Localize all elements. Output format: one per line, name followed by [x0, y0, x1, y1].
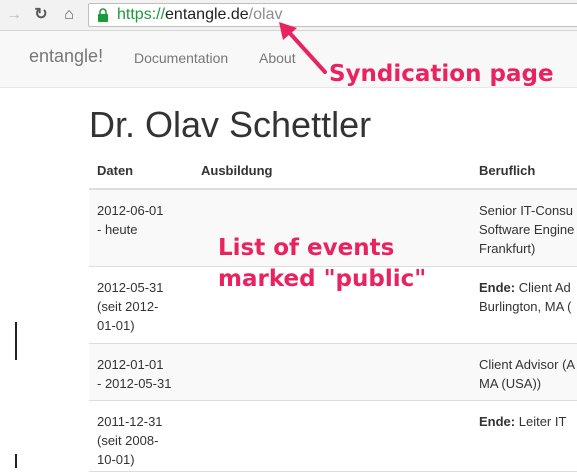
job-line: Client Advisor (A: [479, 357, 576, 372]
column-header-ausbildung: Ausbildung: [201, 163, 273, 178]
job-cell: Ende: Client Ad Burlington, MA (: [479, 278, 577, 316]
events-table: Daten Ausbildung Beruflich 2012-06-01 - …: [89, 154, 577, 472]
date-line: (seit 2012-: [97, 299, 159, 314]
job-text: Leiter IT: [515, 414, 567, 429]
date-line: 2012-01-01: [97, 357, 164, 372]
job-line: MA (USA)): [479, 376, 542, 391]
date-line: - 2012-05-31: [97, 376, 172, 391]
back-arrow-icon[interactable]: →: [4, 5, 24, 25]
date-cell: 2012-06-01 - heute: [97, 201, 179, 239]
table-header: Daten Ausbildung Beruflich: [89, 154, 577, 190]
job-line: Burlington, MA (: [479, 299, 572, 314]
url-host: entangle.de: [165, 6, 249, 23]
date-line: 2012-05-31: [97, 280, 164, 295]
job-cell: Ende: Leiter IT: [479, 412, 577, 431]
column-header-daten: Daten: [97, 163, 134, 178]
reload-icon[interactable]: ↻: [31, 5, 51, 25]
job-line: Software Engine: [479, 222, 575, 237]
url-path: /olav: [248, 6, 283, 23]
job-line: Senior IT-Consu: [479, 203, 573, 218]
table-row: 2011-12-31 (seit 2008- 10-01) Ende: Leit…: [89, 401, 577, 472]
date-line: 10-01): [97, 452, 135, 467]
end-label: Ende:: [479, 280, 516, 295]
date-line: (seit 2008-: [97, 433, 159, 448]
lock-icon: [98, 8, 108, 22]
column-header-beruflich: Beruflich: [479, 163, 536, 178]
date-line: - heute: [97, 222, 138, 237]
text-cursor-mark: [15, 454, 17, 468]
job-text: Client Ad: [515, 280, 571, 295]
table-row: 2012-01-01 - 2012-05-31 Client Advisor (…: [89, 344, 577, 401]
annotation-events-line: marked "public": [218, 266, 427, 292]
job-line: Ende: Leiter IT: [479, 412, 577, 431]
date-line: 01-01): [97, 318, 135, 333]
url-scheme: https://: [117, 6, 166, 23]
date-cell: 2012-05-31 (seit 2012- 01-01): [97, 278, 179, 335]
date-line: 2012-06-01: [97, 203, 164, 218]
date-cell: 2011-12-31 (seit 2008- 10-01): [97, 412, 179, 469]
home-icon[interactable]: ⌂: [59, 5, 79, 25]
nav-link-documentation[interactable]: Documentation: [134, 50, 228, 66]
job-line: Frankfurt): [479, 241, 536, 256]
brand-link[interactable]: entangle!: [29, 46, 103, 67]
annotation-syndication: Syndication page: [329, 61, 554, 87]
date-line: 2011-12-31: [97, 414, 163, 429]
date-cell: 2012-01-01 - 2012-05-31: [97, 355, 179, 393]
url-text: https://entangle.de/olav: [117, 6, 282, 24]
job-line: Ende: Client Ad: [479, 278, 577, 297]
job-cell: Client Advisor (A MA (USA)): [479, 355, 577, 393]
end-label: Ende:: [479, 414, 516, 429]
page-title: Dr. Olav Schettler: [89, 104, 372, 145]
job-cell: Senior IT-Consu Software Engine Frankfur…: [479, 201, 577, 258]
annotation-events-line: List of events: [218, 235, 395, 261]
annotation-arrow-icon: [279, 22, 327, 74]
text-cursor-mark: [15, 322, 17, 360]
annotation-events: List of events marked "public": [218, 233, 426, 295]
